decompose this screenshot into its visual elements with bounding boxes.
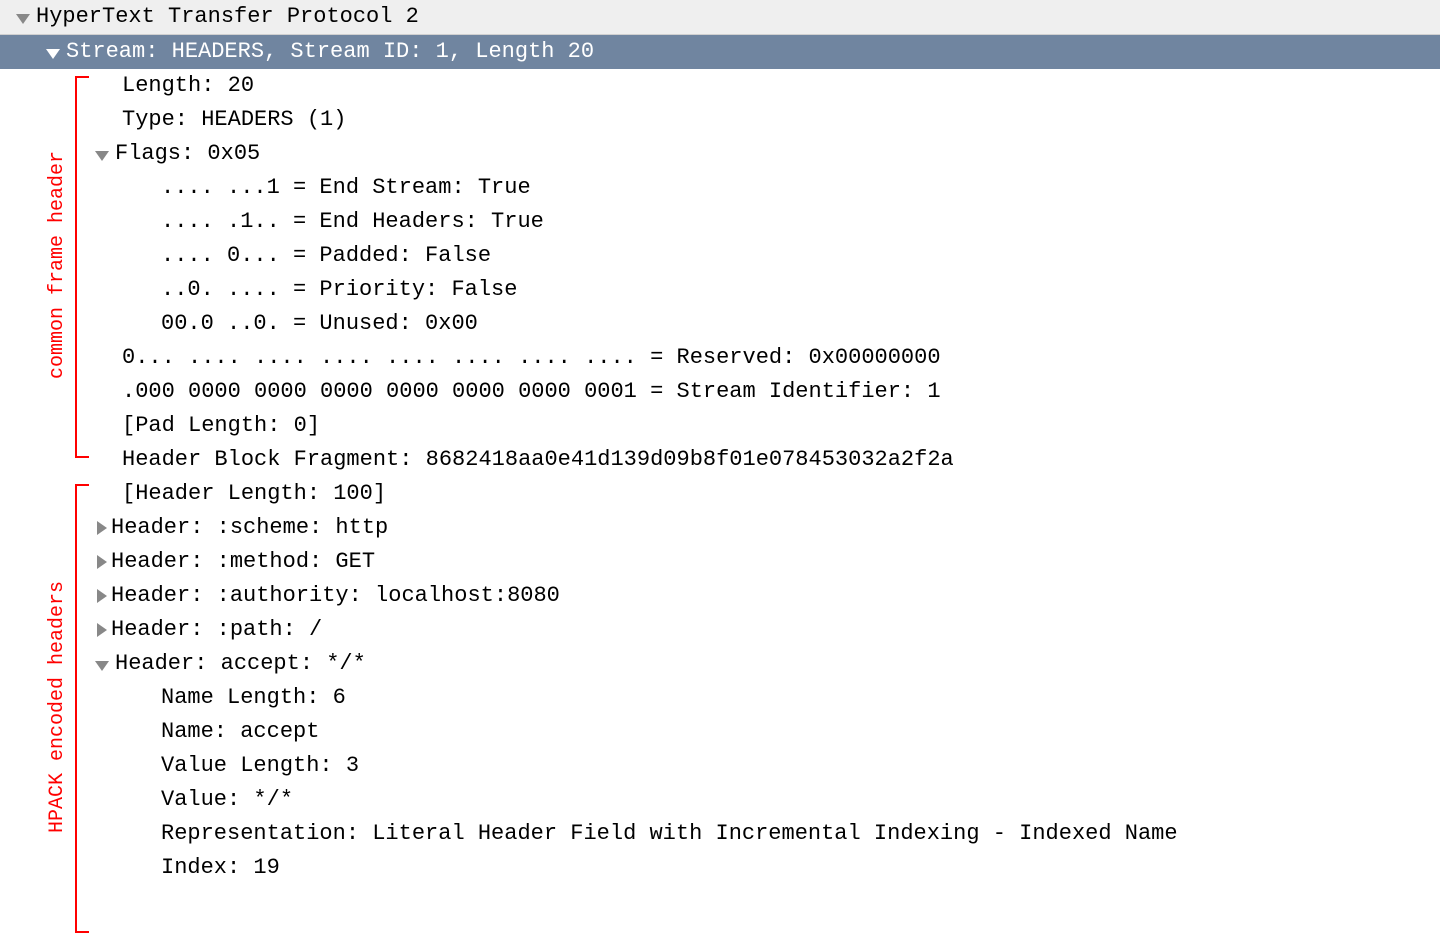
header-scheme: Header: :scheme: http [111,511,388,545]
representation: Representation: Literal Header Field wit… [161,817,1178,851]
tree-row-h3[interactable]: Header: :authority: localhost:8080 [0,579,1440,613]
tree-row-namelen[interactable]: Name Length: 6 [0,681,1440,715]
header-authority: Header: :authority: localhost:8080 [111,579,560,613]
packet-details-pane: HyperText Transfer Protocol 2 Stream: HE… [0,0,1440,885]
header-accept: Header: accept: */* [115,647,366,681]
tree-row-streamid[interactable]: .000 0000 0000 0000 0000 0000 0000 0001 … [0,375,1440,409]
tree-row-value[interactable]: Value: */* [0,783,1440,817]
reserved: 0... .... .... .... .... .... .... .... … [122,341,941,375]
value-length: Value Length: 3 [161,749,359,783]
chevron-right-icon[interactable] [97,555,107,569]
tree-row-index[interactable]: Index: 19 [0,851,1440,885]
flag-endheaders: .... .1.. = End Headers: True [161,205,544,239]
tree-row-stream[interactable]: Stream: HEADERS, Stream ID: 1, Length 20 [0,35,1440,69]
bracket-common-frame [75,76,89,458]
flags-label: Flags: 0x05 [115,137,260,171]
tree-row-h1[interactable]: Header: :scheme: http [0,511,1440,545]
tree-row-valuelen[interactable]: Value Length: 3 [0,749,1440,783]
header-block-fragment: Header Block Fragment: 8682418aa0e41d139… [122,443,954,477]
tree-row-name[interactable]: Name: accept [0,715,1440,749]
type-label: Type: HEADERS (1) [122,103,346,137]
header-path: Header: :path: / [111,613,322,647]
value-value: Value: */* [161,783,293,817]
length-label: Length: 20 [122,69,254,103]
tree-row-flag-unused[interactable]: 00.0 ..0. = Unused: 0x00 [0,307,1440,341]
tree-row-flag-priority[interactable]: ..0. .... = Priority: False [0,273,1440,307]
chevron-down-icon[interactable] [95,661,109,671]
name-value: Name: accept [161,715,319,749]
tree-row-reserved[interactable]: 0... .... .... .... .... .... .... .... … [0,341,1440,375]
flag-unused: 00.0 ..0. = Unused: 0x00 [161,307,478,341]
tree-row-flag-endheaders[interactable]: .... .1.. = End Headers: True [0,205,1440,239]
tree-row-hbf[interactable]: Header Block Fragment: 8682418aa0e41d139… [0,443,1440,477]
chevron-down-icon[interactable] [16,14,30,24]
tree-row-type[interactable]: Type: HEADERS (1) [0,103,1440,137]
flag-endstream: .... ...1 = End Stream: True [161,171,531,205]
index: Index: 19 [161,851,280,885]
padlen: [Pad Length: 0] [122,409,320,443]
tree-row-padlen[interactable]: [Pad Length: 0] [0,409,1440,443]
flag-priority: ..0. .... = Priority: False [161,273,517,307]
tree-row-h4[interactable]: Header: :path: / [0,613,1440,647]
tree-row-flag-endstream[interactable]: .... ...1 = End Stream: True [0,171,1440,205]
tree-row-hlen[interactable]: [Header Length: 100] [0,477,1440,511]
streamid: .000 0000 0000 0000 0000 0000 0000 0001 … [122,375,941,409]
chevron-down-icon[interactable] [95,151,109,161]
chevron-right-icon[interactable] [97,589,107,603]
bracket-label-hpack: HPACK encoded headers [42,484,73,929]
chevron-right-icon[interactable] [97,623,107,637]
flag-padded: .... 0... = Padded: False [161,239,491,273]
tree-row-root[interactable]: HyperText Transfer Protocol 2 [0,0,1440,35]
tree-row-h5[interactable]: Header: accept: */* [0,647,1440,681]
name-length: Name Length: 6 [161,681,346,715]
chevron-right-icon[interactable] [97,521,107,535]
tree-row-flags[interactable]: Flags: 0x05 [0,137,1440,171]
tree-row-repr[interactable]: Representation: Literal Header Field wit… [0,817,1440,851]
tree-row-h2[interactable]: Header: :method: GET [0,545,1440,579]
root-title: HyperText Transfer Protocol 2 [36,0,419,34]
bracket-label-common: common frame header [42,76,73,454]
chevron-down-icon[interactable] [46,49,60,59]
header-method: Header: :method: GET [111,545,375,579]
bracket-hpack [75,484,89,933]
tree-row-flag-padded[interactable]: .... 0... = Padded: False [0,239,1440,273]
stream-title: Stream: HEADERS, Stream ID: 1, Length 20 [66,35,594,69]
tree-row-length[interactable]: Length: 20 [0,69,1440,103]
header-length: [Header Length: 100] [122,477,386,511]
